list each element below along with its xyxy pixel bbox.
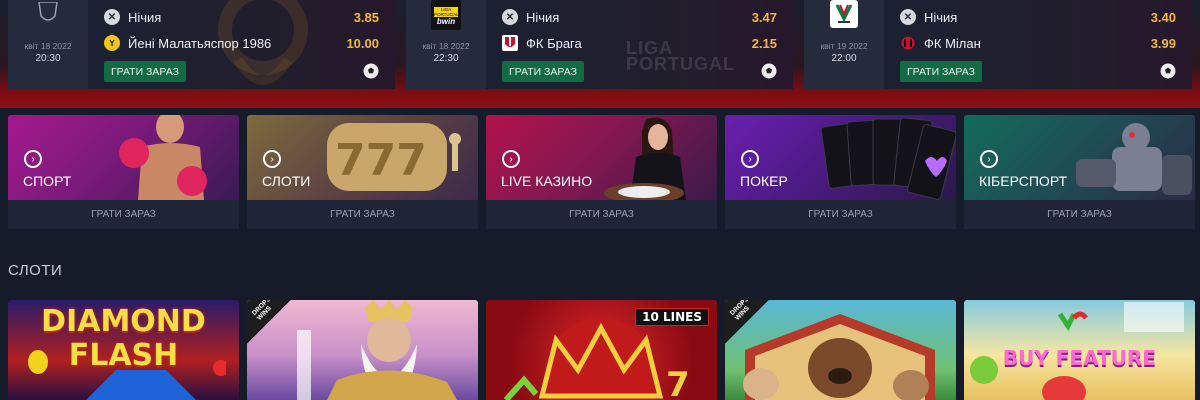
chevron-right-icon: › (502, 150, 520, 168)
drops-wins-badge: DROPS & WINS (725, 300, 769, 344)
category-title: СПОРТ (23, 173, 72, 189)
lines-badge: 10 LINES (635, 308, 709, 326)
odd-row-draw[interactable]: ✕ Нічия 3.85 (104, 8, 379, 26)
category-title: СЛОТИ (262, 173, 311, 189)
chevron-right-icon: › (24, 150, 42, 168)
category-title: КІБЕРСПОРТ (979, 173, 1068, 189)
draw-icon: ✕ (900, 9, 916, 25)
svg-text:7: 7 (666, 365, 690, 400)
slot-game-diamond-flash[interactable]: DIAMOND FLASH (8, 300, 239, 400)
fruit-diamond-image (28, 350, 226, 400)
slot-game-dog-house[interactable]: DROPS & WINS (725, 300, 956, 400)
match-time: 22:00 (831, 53, 857, 64)
dealer-image (604, 117, 686, 200)
play-now-link[interactable]: ГРАТИ ЗАРАЗ (247, 200, 478, 229)
category-title: LIVE КАЗИНО (501, 173, 593, 189)
badge-text: DROPS & WINS (251, 300, 277, 322)
chevron-right-icon: › (263, 150, 281, 168)
outcome-name: ФК Брага (526, 35, 582, 51)
odd-row-team[interactable]: ФК Мілан 3.99 (900, 34, 1176, 52)
category-title: ПОКЕР (740, 173, 788, 189)
top-matches-band: квіт 18 2022 20:30 ✕ Нічия 3.85 Y Йені М… (0, 0, 1200, 108)
match-date: квіт 18 2022 (24, 41, 72, 51)
category-tile-poker[interactable]: › ПОКЕР ГРАТИ ЗАРАЗ (725, 115, 956, 229)
match-time: 22:30 (433, 53, 459, 64)
match-odds: ✕ Нічия 3.40 ФК Мілан 3.99 ГРАТИ ЗАРАЗ (884, 0, 1192, 89)
logo-text: bwin (436, 17, 456, 26)
category-tile-esports[interactable]: › КІБЕРСПОРТ ГРАТИ ЗАРАЗ (964, 115, 1195, 229)
category-tile-slots[interactable]: 777 › СЛОТИ ГРАТИ ЗАРАЗ (247, 115, 478, 229)
odd-value[interactable]: 10.00 (346, 36, 379, 51)
badge-text: DROPS & WINS (729, 300, 755, 322)
slot-machine-image: 777 (327, 123, 461, 191)
page: квіт 18 2022 20:30 ✕ Нічия 3.85 Y Йені М… (0, 0, 1200, 400)
match-info: LIGA PORTUGAL bwin квіт 18 2022 22:30 (406, 0, 486, 89)
liga-portugal-logo: LIGA PORTUGAL bwin (431, 0, 461, 30)
zeus-character-image (297, 300, 457, 400)
play-now-button[interactable]: ГРАТИ ЗАРАЗ (900, 61, 982, 82)
category-tile-live-casino[interactable]: › LIVE КАЗИНО ГРАТИ ЗАРАЗ (486, 115, 717, 229)
chevron-right-icon: › (980, 150, 998, 168)
slots-banner: 777 › СЛОТИ (247, 115, 478, 200)
braga-crest-icon (502, 35, 518, 51)
match-odds: LIGA PORTUGAL ✕ Нічия 3.47 ФК Брага 2.15… (486, 0, 793, 89)
draw-icon: ✕ (104, 9, 120, 25)
odd-value[interactable]: 3.40 (1151, 10, 1176, 25)
play-now-button[interactable]: ГРАТИ ЗАРАЗ (104, 61, 186, 82)
chevron-right-icon: › (741, 150, 759, 168)
coppa-italia-icon (830, 0, 858, 28)
odd-value[interactable]: 3.47 (752, 10, 777, 25)
drops-wins-badge: DROPS & WINS (247, 300, 291, 344)
sport-banner: › СПОРТ (8, 115, 239, 200)
play-now-button[interactable]: ГРАТИ ЗАРАЗ (502, 61, 584, 82)
match-card[interactable]: LIGA PORTUGAL bwin квіт 18 2022 22:30 LI… (406, 0, 793, 89)
outcome-name: Нічия (924, 9, 958, 25)
odd-value[interactable]: 3.85 (354, 10, 379, 25)
esports-banner: › КІБЕРСПОРТ (964, 115, 1195, 200)
slot-game-10-lines[interactable]: 7 10 LINES (486, 300, 717, 400)
logo-text: LIGA PORTUGAL (434, 7, 459, 17)
match-info: квіт 18 2022 20:30 (8, 0, 88, 89)
match-time: 20:30 (35, 53, 61, 64)
soccer-ball-icon (761, 63, 777, 79)
slots-section-title: СЛОТИ (8, 262, 63, 279)
outcome-name: Йені Малатьяспор 1986 (128, 35, 272, 51)
milan-crest-icon (900, 35, 916, 51)
odd-row-team[interactable]: ФК Брага 2.15 (502, 34, 777, 52)
outcome-name: ФК Мілан (924, 35, 981, 51)
category-tile-sport[interactable]: › СПОРТ ГРАТИ ЗАРАЗ (8, 115, 239, 229)
match-date: квіт 18 2022 (422, 41, 470, 51)
odd-row-team[interactable]: Y Йені Малатьяспор 1986 10.00 (104, 34, 379, 52)
match-card[interactable]: квіт 19 2022 22:00 ✕ Нічия 3.40 ФК Мілан… (804, 0, 1192, 89)
play-now-link[interactable]: ГРАТИ ЗАРАЗ (725, 200, 956, 229)
match-odds: ✕ Нічия 3.85 Y Йені Малатьяспор 1986 10.… (88, 0, 395, 89)
playing-cards-image (820, 117, 956, 200)
match-info: квіт 19 2022 22:00 (804, 0, 884, 89)
odd-row-draw[interactable]: ✕ Нічия 3.47 (502, 8, 777, 26)
slot-title: DIAMOND (41, 304, 206, 339)
slot-title: BUY FEATURE (1002, 346, 1157, 370)
poker-banner: › ПОКЕР (725, 115, 956, 200)
outcome-name: Нічия (128, 9, 162, 25)
play-now-link[interactable]: ГРАТИ ЗАРАЗ (8, 200, 239, 229)
svg-text:777: 777 (335, 135, 427, 186)
odd-value[interactable]: 3.99 (1151, 36, 1176, 51)
soccer-ball-icon (1160, 63, 1176, 79)
draw-icon: ✕ (502, 9, 518, 25)
boxer-image (119, 115, 207, 200)
live-casino-banner: › LIVE КАЗИНО (486, 115, 717, 200)
match-card[interactable]: квіт 18 2022 20:30 ✕ Нічия 3.85 Y Йені М… (8, 0, 395, 89)
play-now-link[interactable]: ГРАТИ ЗАРАЗ (964, 200, 1195, 229)
slot-game-buy-feature[interactable]: BUY FEATURE (964, 300, 1195, 400)
odd-value[interactable]: 2.15 (752, 36, 777, 51)
outcome-name: Нічия (526, 9, 560, 25)
team-badge-icon: Y (104, 35, 120, 51)
trophy-icon (32, 0, 64, 28)
soccer-ball-icon (363, 63, 379, 79)
play-now-link[interactable]: ГРАТИ ЗАРАЗ (486, 200, 717, 229)
slot-game-zeus[interactable]: DROPS & WINS (247, 300, 478, 400)
match-date: квіт 19 2022 (820, 41, 868, 51)
odd-row-draw[interactable]: ✕ Нічия 3.40 (900, 8, 1176, 26)
